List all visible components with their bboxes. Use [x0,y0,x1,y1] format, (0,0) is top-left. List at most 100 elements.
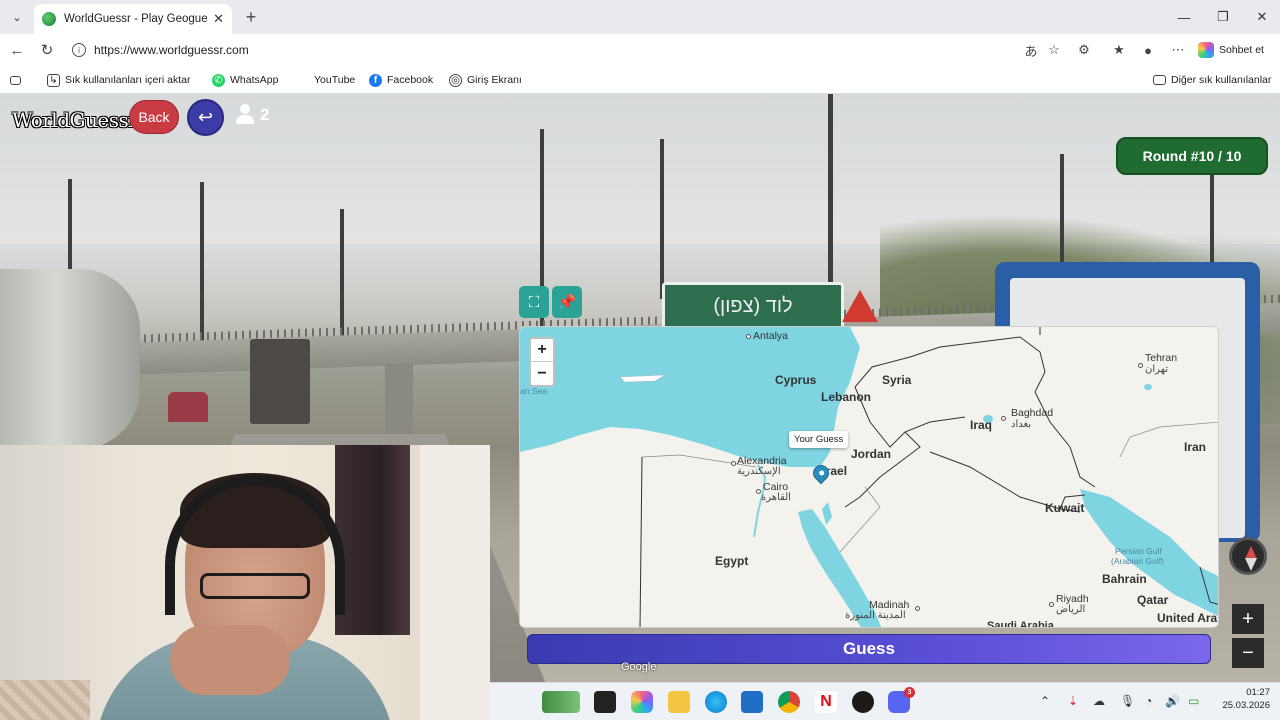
globe-icon: ◎ [449,73,462,87]
map-label-baghdad-ar: بغداد [1011,419,1032,430]
netflix-icon[interactable]: N [815,691,837,713]
map-label-persian-gulf: Persian Gulf [1115,546,1162,556]
tab-bar: ⌄ WorldGuessr - Play Geoguessr for ✕ + —… [0,0,1280,34]
truck [250,339,310,424]
browser-tab[interactable]: WorldGuessr - Play Geoguessr for ✕ [34,4,232,34]
map-label-cyprus: Cyprus [775,373,817,387]
minimize-button[interactable]: — [1166,6,1202,28]
return-to-start-button[interactable]: ↩ [187,99,224,136]
antivirus-icon[interactable]: ⇣ [1068,694,1078,708]
microphone-icon[interactable]: 🎙 [1120,694,1135,708]
red-car [168,392,208,422]
bookmark-whatsapp[interactable]: ✆ WhatsApp [212,72,278,88]
back-arrow-icon[interactable]: ← [6,39,28,61]
person-icon [236,104,254,126]
player-count: 2 [236,104,269,126]
glasses-icon [200,573,310,599]
store-icon[interactable] [741,691,763,713]
fullscreen-icon: ⛶ [528,293,540,311]
map-label-iraq: Iraq [970,418,993,432]
compass-icon[interactable] [1229,537,1267,575]
widgets-icon[interactable] [542,691,580,713]
map-label-kuwait: Kuwait [1045,501,1085,515]
import-icon: ↳ [47,73,60,87]
system-clock[interactable]: 01:27 25.03.2026 [1214,686,1270,712]
volume-icon[interactable]: 🔊 [1165,694,1180,708]
map-label-antalya: Antalya [753,330,789,342]
favorite-star-icon[interactable]: ☆ [1045,41,1063,59]
city-dot [1001,416,1006,421]
network-tray-icon[interactable]: ☁ [1093,694,1105,708]
pin-map-button[interactable]: 📌 [552,286,582,318]
map-label-bahrain: Bahrain [1102,572,1147,586]
translate-icon[interactable]: あ [1022,41,1040,59]
folder-icon: ⠀ [1153,75,1166,86]
map-label-jordan: Jordan [851,447,892,461]
site-info-icon[interactable]: i [72,43,86,57]
webcam-overlay [0,445,490,720]
bookmark-giris[interactable]: ◎ Giriş Ekranı [449,72,522,88]
discord-icon[interactable]: 3 [888,687,915,713]
bookmark-facebook[interactable]: f Facebook [369,72,433,88]
webcam-person-hand [170,625,290,695]
map-zoom-in-button[interactable]: + [531,339,553,362]
url-field[interactable]: i https://www.worldguessr.com [64,38,1014,62]
bookmark-label: Facebook [387,74,434,86]
chrome-icon[interactable] [778,691,800,713]
close-tab-icon[interactable]: ✕ [213,11,224,27]
back-button[interactable]: Back [129,100,179,134]
map-label-baghdad: Baghdad [1011,407,1054,419]
map-label-madinah-ar: المدينة المنورة [845,610,906,621]
wifi-icon[interactable]: ◔ [1145,694,1152,708]
tab-title: WorldGuessr - Play Geoguessr for [64,13,208,25]
pin-icon: 📌 [557,294,577,311]
app-icon[interactable] [852,691,874,713]
map-label-syria: Syria [882,373,912,387]
edge-icon[interactable] [705,691,727,713]
extensions-icon[interactable]: ⚙ [1075,41,1093,59]
bookmark-label: YouTube [314,74,356,86]
bookmark-youtube[interactable]: YouTube [296,72,355,88]
city-dot [915,606,920,611]
other-bookmarks[interactable]: ⠀ Diğer sık kullanılanlar [1153,72,1271,88]
guess-map[interactable]: + − an Sea Antalya Cyprus Syria Lebanon … [519,326,1219,628]
file-explorer-icon[interactable] [668,691,690,713]
map-zoom-out-button[interactable]: − [531,362,553,385]
city-dot [746,334,751,339]
bookmark-toggle-icon[interactable] [10,72,21,88]
task-view-icon[interactable] [594,691,616,713]
map-label-arabian-gulf: (Arabian Gulf) [1111,556,1164,566]
battery-icon[interactable]: ▭ [1188,694,1199,708]
copilot-chat-button[interactable]: Sohbet et [1198,40,1264,60]
more-menu-icon[interactable]: ⋯ [1169,41,1187,59]
maximize-button[interactable]: ❐ [1205,6,1241,28]
worldguessr-favicon-icon [42,12,56,26]
utility-pole [200,182,204,352]
map-label-riyadh-ar: الرياض [1056,604,1086,615]
street-view-zoom-in-button[interactable]: + [1232,604,1264,634]
tray-overflow-icon[interactable]: ⌃ [1040,694,1050,708]
copilot-taskbar-icon[interactable] [631,691,653,713]
expand-map-button[interactable]: ⛶ [519,286,549,318]
city-dot [1138,363,1143,368]
map-label-uae: United Ara [1157,611,1218,625]
profile-avatar-icon[interactable]: ● [1139,41,1157,59]
city-dot [731,461,736,466]
facebook-icon: f [369,73,382,87]
new-tab-button[interactable]: + [240,6,262,28]
bookmarks-bar: ↳ Sık kullanılanları içeri aktar ✆ Whats… [0,66,1280,94]
youtube-icon [296,74,309,87]
clock-time: 01:27 [1246,687,1270,698]
tanker-truck [0,269,140,449]
guess-button[interactable]: Guess [527,634,1211,664]
map-label-tehran: Tehran [1145,352,1178,364]
tab-list-button[interactable]: ⌄ [6,6,28,28]
street-view-zoom-out-button[interactable]: − [1232,638,1264,668]
favorites-icon[interactable]: ★ [1110,41,1128,59]
refresh-icon[interactable]: ↻ [36,39,58,61]
close-window-button[interactable]: ✕ [1244,6,1280,28]
bookmark-import[interactable]: ↳ Sık kullanılanları içeri aktar [47,72,190,88]
other-bookmarks-label: Diğer sık kullanılanlar [1171,74,1272,86]
map-label-alexandria-ar: الإسكندرية [737,466,781,477]
copilot-icon [1198,42,1214,58]
